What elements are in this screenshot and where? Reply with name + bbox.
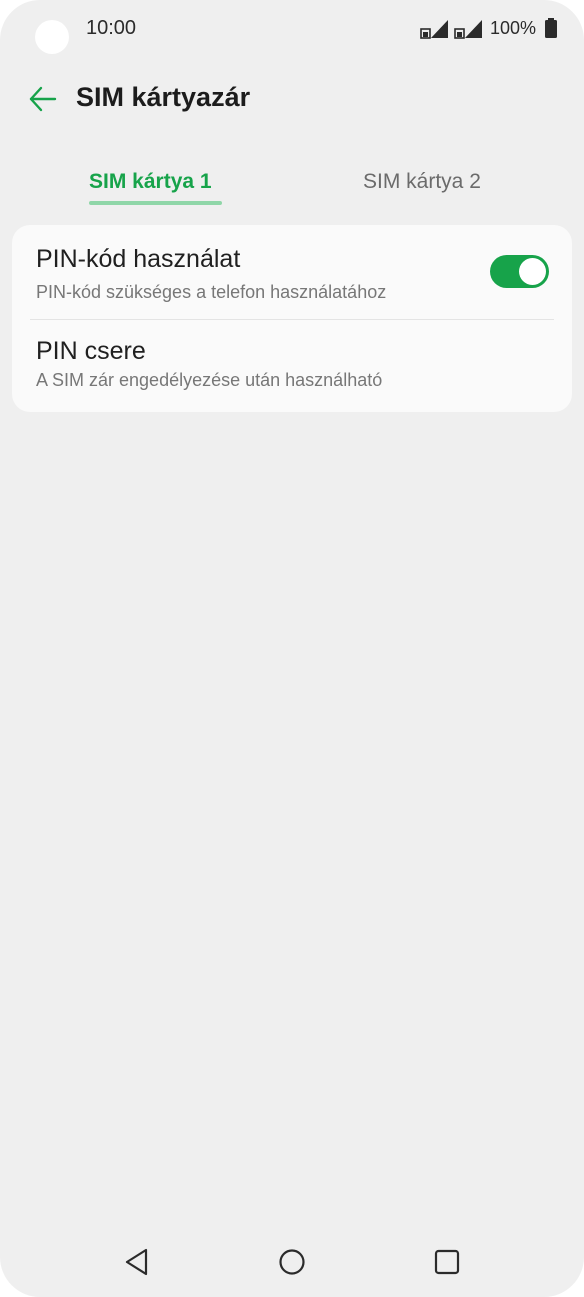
nav-home-button[interactable] [272, 1245, 312, 1279]
nav-recent-button[interactable] [427, 1245, 467, 1279]
battery-level: 100% [489, 17, 536, 38]
pin-change-title: PIN csere [36, 337, 146, 365]
screen: 10:00 100% SIM kártyazár SIM kártya 1 SI… [0, 0, 584, 1297]
nav-home-icon [279, 1249, 305, 1275]
active-tab-indicator [89, 201, 222, 205]
nav-recent-icon [434, 1249, 460, 1275]
status-icons: 100% [420, 17, 558, 39]
battery-icon [545, 18, 557, 38]
tab-sim-2[interactable]: SIM kártya 2 [363, 170, 481, 208]
pin-usage-row[interactable]: PIN-kód használat PIN-kód szükséges a te… [12, 225, 572, 319]
nav-back-icon [125, 1248, 148, 1276]
app-header: SIM kártyazár [0, 70, 584, 130]
arrow-left-icon [29, 86, 57, 112]
nav-back-button[interactable] [117, 1245, 157, 1279]
pin-change-row[interactable]: PIN csere A SIM zár engedélyezése után h… [12, 320, 572, 412]
signal-sim2-icon [454, 20, 482, 39]
back-button[interactable] [26, 82, 60, 116]
toggle-knob [519, 258, 546, 285]
pin-usage-subtitle: PIN-kód szükséges a telefon használatáho… [36, 282, 387, 302]
pin-change-subtitle: A SIM zár engedélyezése után használható [36, 370, 383, 390]
sim-tabs: SIM kártya 1 SIM kártya 2 [0, 170, 584, 210]
camera-cutout [35, 20, 69, 54]
settings-card: PIN-kód használat PIN-kód szükséges a te… [12, 225, 572, 412]
navigation-bar [0, 1225, 584, 1297]
signal-sim1-icon [420, 20, 448, 39]
status-time: 10:00 [86, 17, 137, 39]
pin-usage-toggle[interactable] [490, 255, 549, 288]
status-bar: 10:00 100% [0, 0, 584, 60]
pin-usage-title: PIN-kód használat [36, 245, 241, 273]
page-title: SIM kártyazár [76, 82, 251, 112]
